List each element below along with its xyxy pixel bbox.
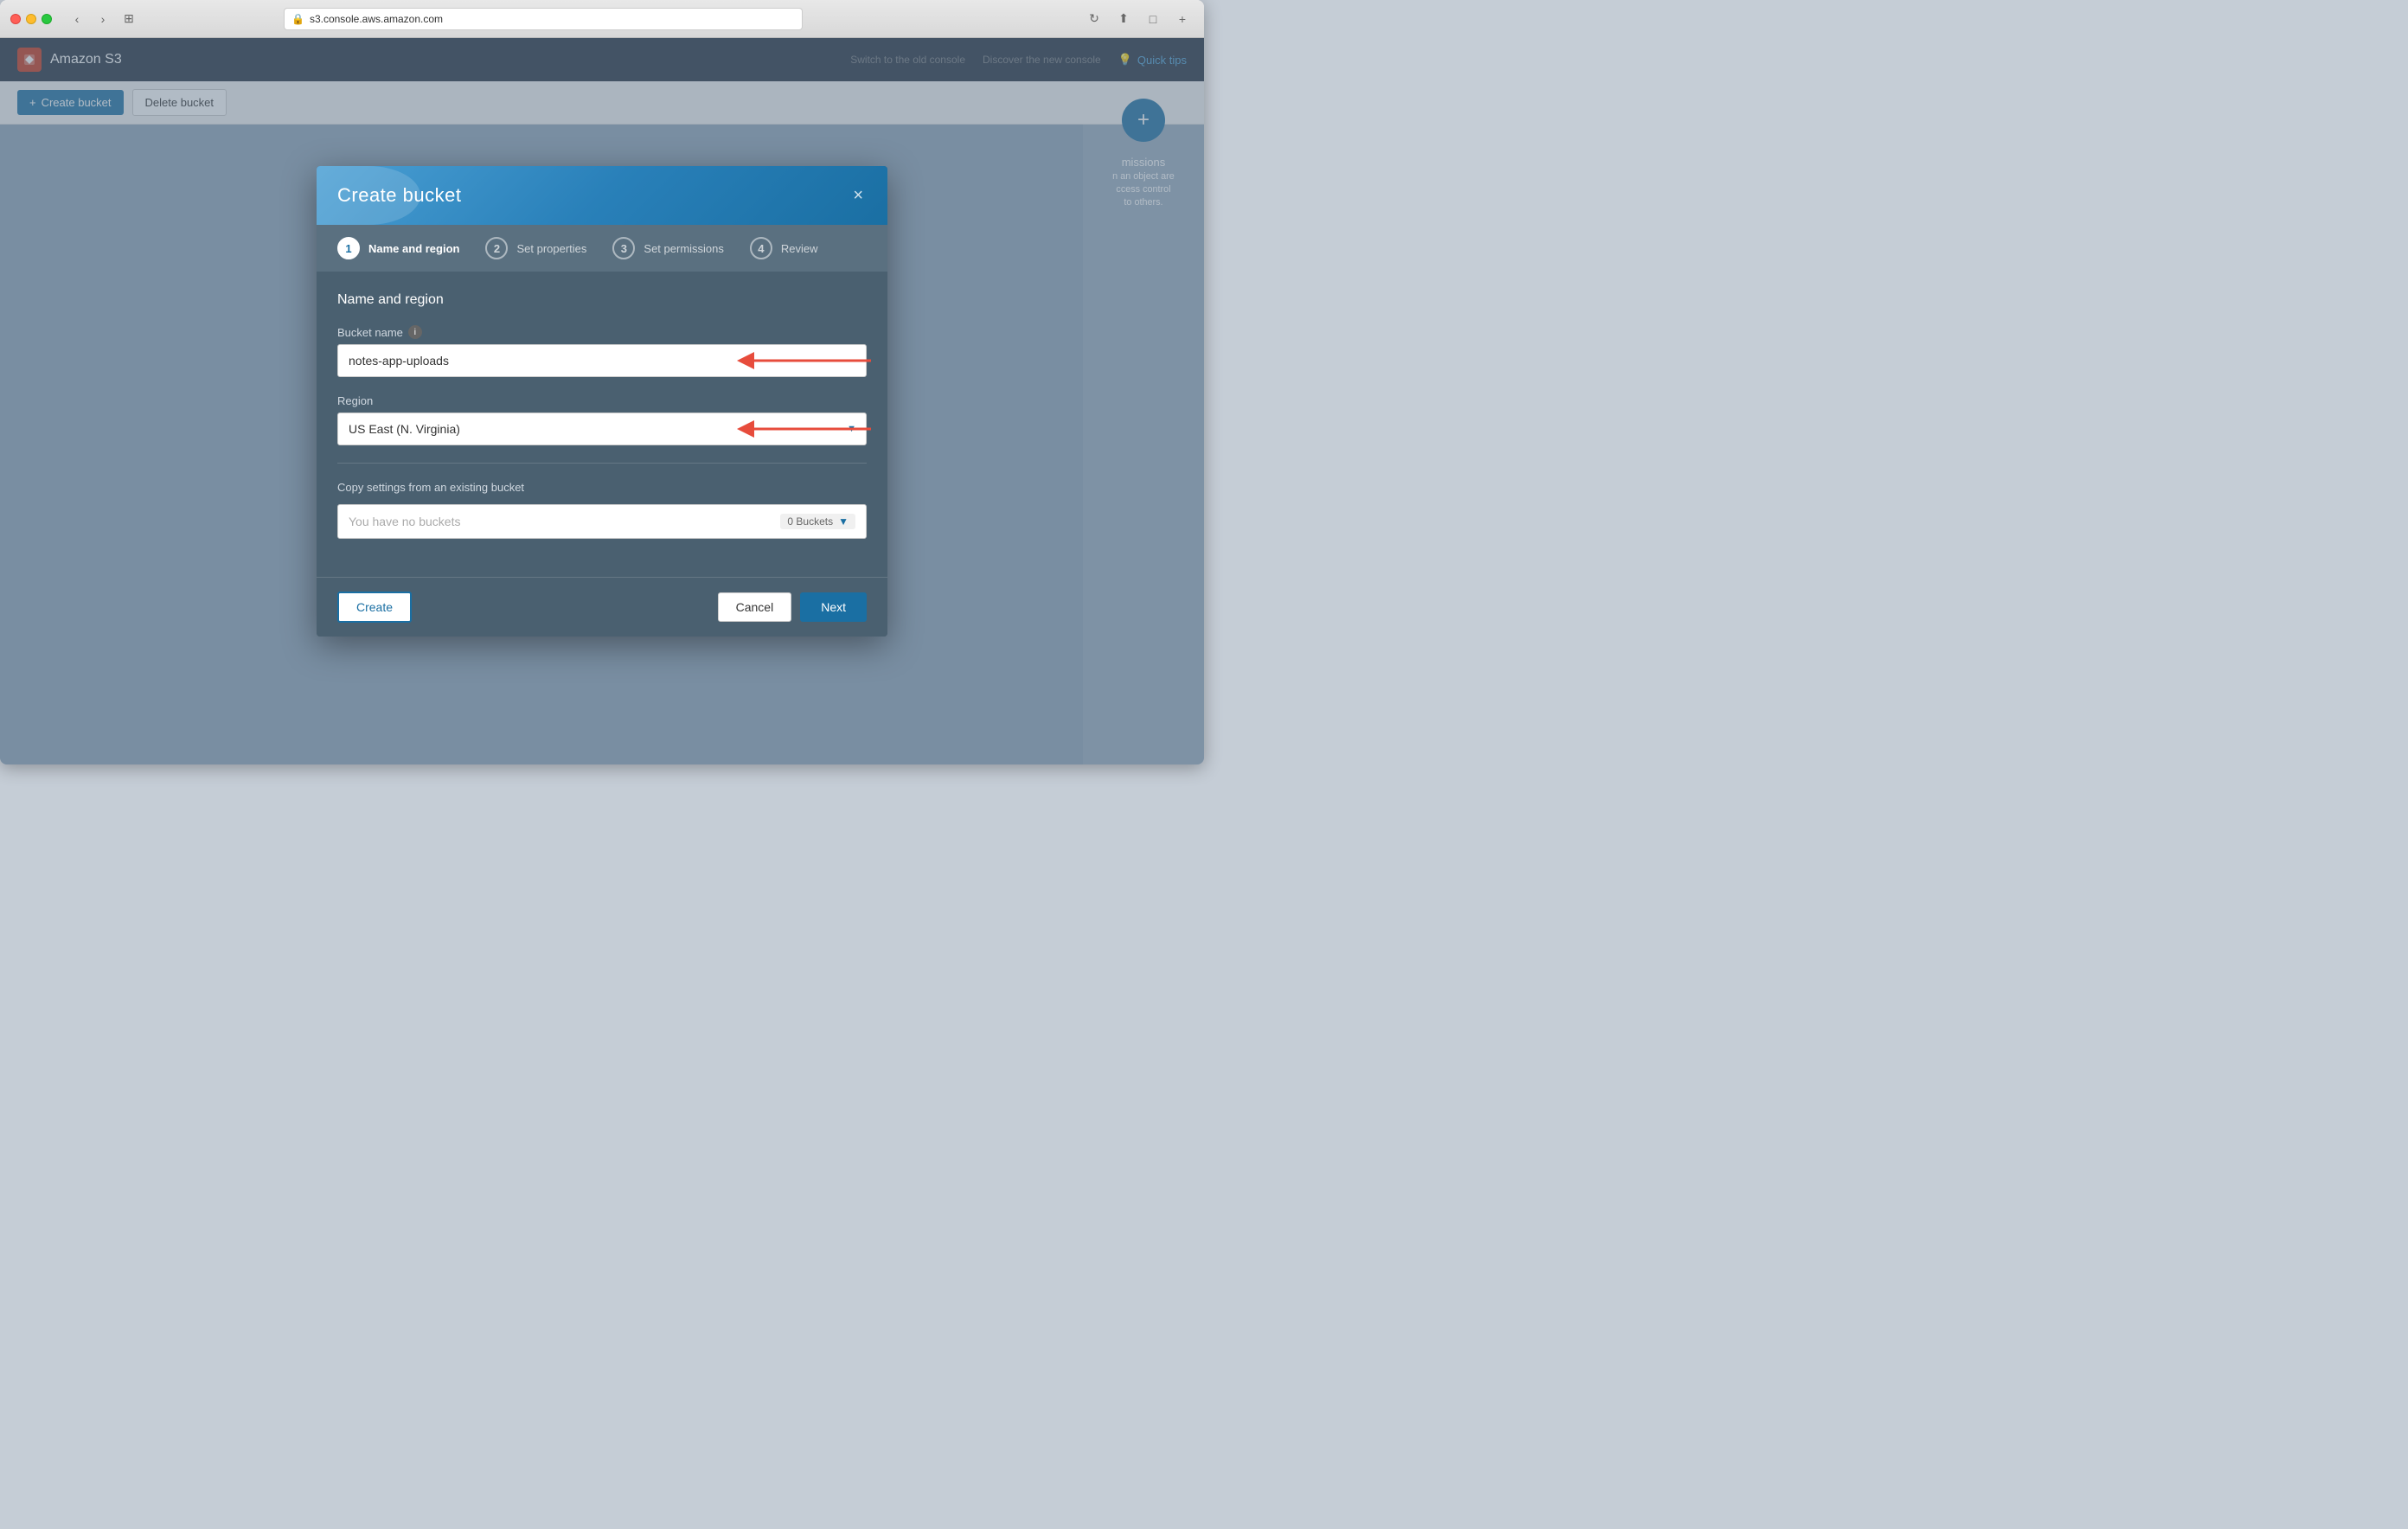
browser-nav: ‹ › ⊞ (66, 10, 140, 28)
step-4[interactable]: 4 Review (750, 237, 844, 259)
step-2-label: Set properties (516, 242, 586, 255)
step-4-number: 4 (750, 237, 772, 259)
browser-titlebar: ‹ › ⊞ 🔒 s3.console.aws.amazon.com ↻ ⬆ □ … (0, 0, 1204, 38)
browser-frame: ‹ › ⊞ 🔒 s3.console.aws.amazon.com ↻ ⬆ □ … (0, 0, 1204, 764)
bucket-name-group: Bucket name i (337, 325, 867, 377)
sidebar-button[interactable]: □ (1142, 10, 1164, 28)
bucket-name-info-icon[interactable]: i (408, 325, 422, 339)
modal-footer: Create Cancel Next (317, 577, 887, 637)
section-title: Name and region (337, 292, 867, 308)
steps-bar: 1 Name and region 2 Set properties 3 Set… (317, 225, 887, 272)
step-1-number: 1 (337, 237, 360, 259)
red-arrow-1 (737, 348, 875, 374)
buckets-count: 0 Buckets (787, 515, 833, 528)
minimize-traffic-light[interactable] (26, 14, 36, 24)
red-arrow-2 (737, 416, 875, 442)
step-1-label: Name and region (368, 242, 459, 255)
refresh-button[interactable]: ↻ (1083, 10, 1105, 28)
lock-icon: 🔒 (291, 13, 304, 25)
traffic-lights (10, 14, 52, 24)
create-bucket-modal: Create bucket × 1 Name and region 2 Set … (317, 166, 887, 637)
step-2-number: 2 (485, 237, 508, 259)
tab-view-button[interactable]: ⊞ (118, 10, 140, 28)
step-3-label: Set permissions (644, 242, 723, 255)
divider (337, 463, 867, 464)
create-button[interactable]: Create (337, 592, 412, 623)
forward-button[interactable]: › (92, 10, 114, 28)
back-button[interactable]: ‹ (66, 10, 88, 28)
empty-buckets-select[interactable]: You have no buckets 0 Buckets ▼ (337, 504, 867, 539)
step-2[interactable]: 2 Set properties (485, 237, 612, 259)
step-3[interactable]: 3 Set permissions (612, 237, 749, 259)
new-tab-button[interactable]: + (1171, 10, 1194, 28)
footer-right-actions: Cancel Next (718, 592, 867, 622)
step-3-number: 3 (612, 237, 635, 259)
bucket-name-arrow (737, 348, 875, 374)
close-traffic-light[interactable] (10, 14, 21, 24)
bucket-name-label: Bucket name i (337, 325, 867, 339)
step-4-label: Review (781, 242, 818, 255)
address-bar-actions: ↻ ⬆ □ + (1083, 10, 1194, 28)
share-button[interactable]: ⬆ (1112, 10, 1135, 28)
dropdown-arrow-icon: ▼ (838, 515, 849, 528)
next-button[interactable]: Next (800, 592, 867, 622)
copy-settings-label: Copy settings from an existing bucket (337, 481, 867, 494)
region-arrow (737, 416, 875, 442)
region-label: Region (337, 394, 867, 407)
region-group: Region US East (N. Virginia) US East (Oh… (337, 394, 867, 445)
region-select-wrapper: US East (N. Virginia) US East (Ohio) US … (337, 413, 867, 445)
address-bar[interactable]: 🔒 s3.console.aws.amazon.com (284, 8, 803, 30)
buckets-count-badge: 0 Buckets ▼ (780, 514, 855, 529)
maximize-traffic-light[interactable] (42, 14, 52, 24)
cancel-button[interactable]: Cancel (718, 592, 792, 622)
url-text: s3.console.aws.amazon.com (310, 13, 443, 25)
modal-title: Create bucket (337, 184, 461, 207)
bucket-name-input-wrapper (337, 344, 867, 377)
modal-backdrop: Create bucket × 1 Name and region 2 Set … (0, 38, 1204, 764)
copy-settings-group: Copy settings from an existing bucket Yo… (337, 481, 867, 539)
modal-close-button[interactable]: × (849, 183, 867, 208)
no-buckets-text: You have no buckets (349, 515, 460, 528)
step-1[interactable]: 1 Name and region (337, 237, 485, 259)
modal-header: Create bucket × (317, 166, 887, 225)
browser-content: Amazon S3 Switch to the old console Disc… (0, 38, 1204, 764)
modal-body: Name and region Bucket name i (317, 272, 887, 577)
